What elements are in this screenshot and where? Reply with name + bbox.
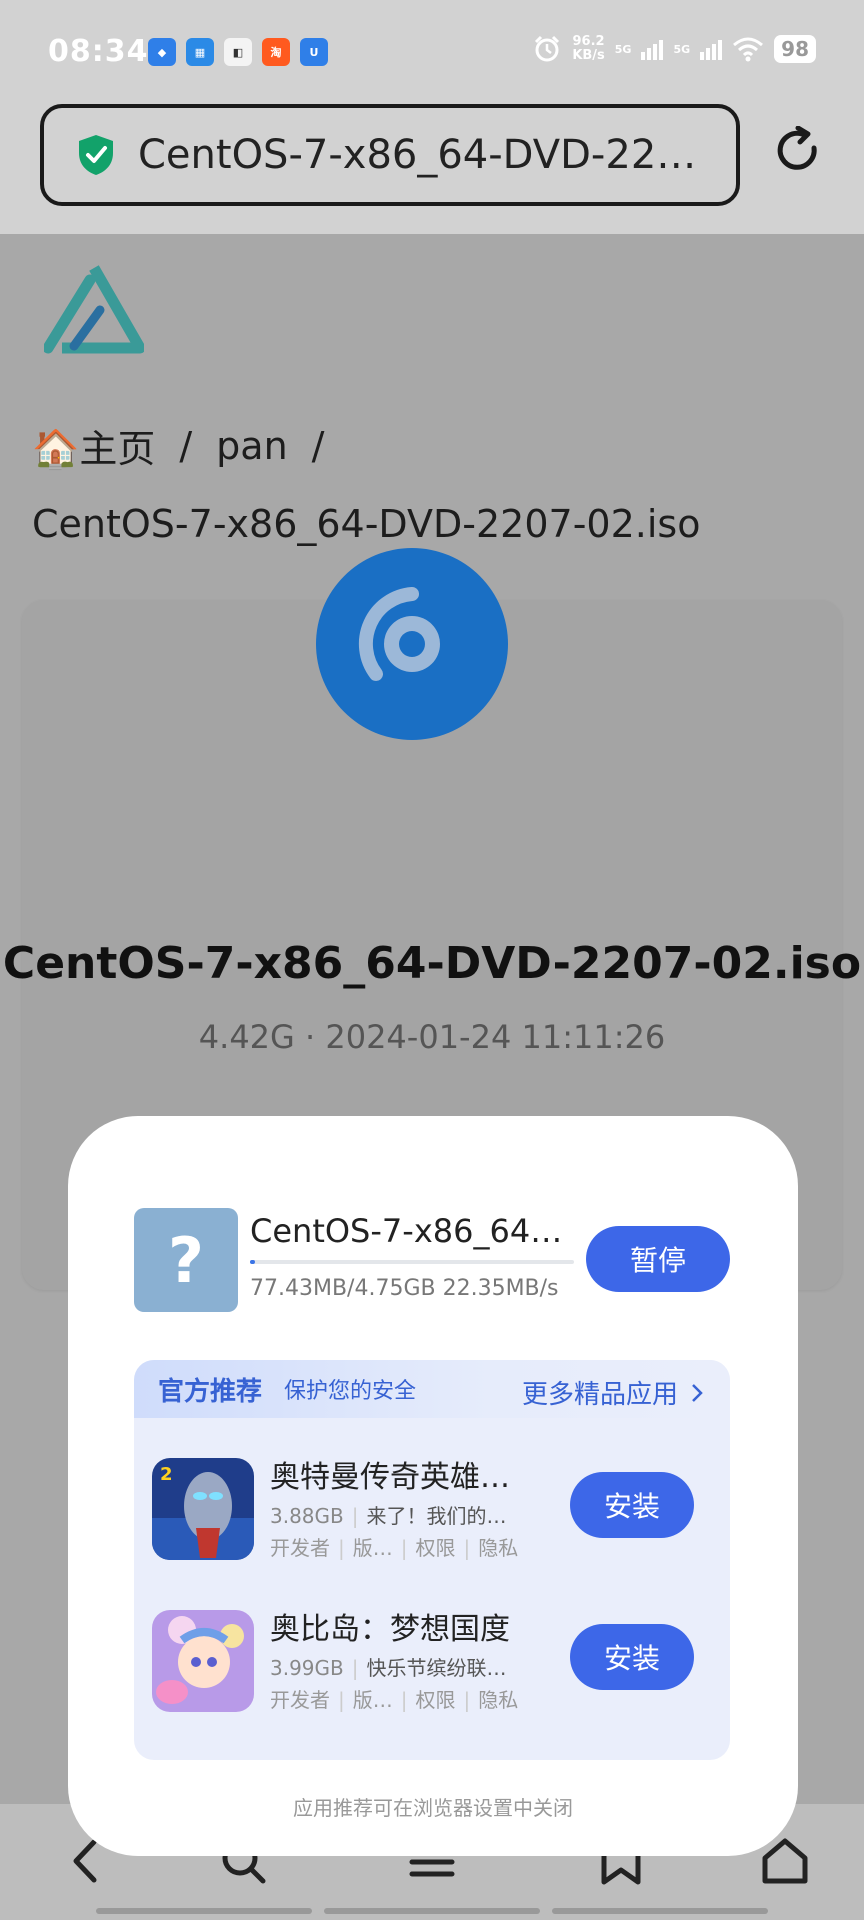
signal-icon [641, 38, 664, 60]
unknown-file-icon: ? [134, 1208, 238, 1312]
network-type-1: 5G [614, 42, 632, 56]
network-speed-value: 96.2 [572, 34, 605, 49]
recommendation-header: 官方推荐 保护您的安全 更多精品应用 [134, 1360, 730, 1418]
breadcrumb-separator: / [311, 423, 325, 468]
download-dialog: ? CentOS-7-x86_64… 77.43MB/4.75GB 22.35M… [68, 1116, 798, 1856]
gesture-bar [96, 1908, 768, 1914]
aobi-island-app-icon [152, 1610, 254, 1712]
app-links: 开发者 | 版… | 权限 | 隐私 [270, 1536, 519, 1560]
permissions-link[interactable]: 权限 [416, 1536, 456, 1560]
battery-indicator: 98 [774, 35, 816, 63]
download-progress-fill [250, 1260, 256, 1264]
privacy-link[interactable]: 隐私 [478, 1688, 518, 1712]
download-file-name: CentOS-7-x86_64… [250, 1212, 563, 1250]
install-button[interactable]: 安装 [570, 1472, 694, 1538]
developer-link[interactable]: 开发者 [270, 1688, 330, 1712]
svg-text:2: 2 [160, 1464, 173, 1485]
status-indicators: 96.2 KB/s 5G 5G 98 [532, 34, 816, 64]
pause-button[interactable]: 暂停 [586, 1226, 730, 1292]
version-link[interactable]: 版… [353, 1688, 393, 1712]
breadcrumb-current-file: CentOS-7-x86_64-DVD-2207-02.iso [32, 502, 701, 546]
file-meta: 4.42G · 2024-01-24 11:11:26 [198, 1018, 666, 1056]
signal-icon-2 [700, 38, 723, 60]
recommendation-subtitle: 保护您的安全 [284, 1379, 417, 1404]
privacy-link[interactable]: 隐私 [478, 1536, 518, 1560]
secure-shield-icon [79, 135, 113, 175]
version-link[interactable]: 版… [353, 1536, 393, 1560]
developer-link[interactable]: 开发者 [270, 1536, 330, 1560]
more-apps-label: 更多精品应用 [521, 1380, 678, 1410]
notification-icons: ◆ ▦ ◧ 淘 U [148, 38, 328, 66]
install-button[interactable]: 安装 [570, 1624, 694, 1690]
app-links: 开发者 | 版… | 权限 | 隐私 [270, 1688, 519, 1712]
browser-toolbar: CentOS-7-x86_64-DVD-22… [0, 104, 864, 234]
app-meta: 3.99GB | 快乐节缤纷联… [270, 1656, 507, 1680]
xiaohongshu-icon: ◆ [148, 38, 176, 66]
game-live-icon: ▦ [186, 38, 214, 66]
breadcrumb-separator: / [179, 423, 193, 468]
permissions-link[interactable]: 权限 [416, 1688, 456, 1712]
house-icon: 🏠 [32, 427, 80, 471]
wifi-icon [733, 37, 764, 62]
network-speed-unit: KB/s [572, 48, 605, 63]
breadcrumb-home-label: 主页 [79, 427, 156, 471]
address-bar[interactable]: CentOS-7-x86_64-DVD-22… [40, 104, 740, 206]
app-size: 3.99GB [270, 1656, 344, 1680]
breadcrumb-home[interactable]: 🏠主页 [32, 418, 155, 473]
download-progress-bar [250, 1260, 574, 1264]
app-size: 3.88GB [270, 1504, 344, 1528]
site-logo[interactable] [44, 264, 144, 356]
recommendation-settings-note: 应用推荐可在浏览器设置中关闭 [293, 1796, 573, 1820]
app-name: 奥特曼传奇英雄… [270, 1460, 510, 1495]
app-description: 快乐节缤纷联… [366, 1656, 507, 1680]
chevron-right-icon [692, 1383, 703, 1402]
address-title: CentOS-7-x86_64-DVD-22… [138, 132, 697, 178]
app-meta: 3.88GB | 来了！我们的… [270, 1504, 507, 1528]
app-item[interactable]: 2 奥特曼传奇英雄… 3.88GB | 来了！我们的… 开发者 | 版… | 权限 | 隐私 安… [152, 1452, 712, 1562]
status-bar: 08:34 ◆ ▦ ◧ 淘 U 96.2 KB/s 5G 5G 98 [0, 0, 864, 104]
download-item: ? CentOS-7-x86_64… 77.43MB/4.75GB 22.35M… [134, 1208, 734, 1312]
taobao-icon: 淘 [262, 38, 290, 66]
breadcrumb: 🏠主页 / pan / [32, 418, 324, 473]
shield-app-icon: U [300, 38, 328, 66]
more-apps-link[interactable]: 更多精品应用 [522, 1374, 704, 1411]
alarm-icon [535, 35, 560, 62]
app-description: 来了！我们的… [366, 1504, 507, 1528]
recommendation-title: 官方推荐 [158, 1376, 263, 1407]
reload-icon[interactable] [774, 126, 822, 176]
breadcrumb-folder[interactable]: pan [216, 424, 288, 468]
download-stats: 77.43MB/4.75GB 22.35MB/s [250, 1276, 559, 1301]
app-item[interactable]: 奥比岛：梦想国度 3.99GB | 快乐节缤纷联… 开发者 | 版… | 权限 | 隐私 安装 [152, 1604, 712, 1714]
ultraman-app-icon: 2 [152, 1458, 254, 1560]
network-speed: 96.2 KB/s [572, 35, 604, 63]
disc-icon [316, 548, 508, 740]
app-name: 奥比岛：梦想国度 [270, 1612, 510, 1647]
status-time: 08:34 [48, 34, 149, 69]
network-type-2: 5G [673, 42, 691, 56]
recommendation-panel: 官方推荐 保护您的安全 更多精品应用 2 奥特曼传奇英雄… 3.88GB | 来… [134, 1360, 730, 1760]
file-title: CentOS-7-x86_64-DVD-2207-02.iso [2, 938, 862, 989]
app-icon: ◧ [224, 38, 252, 66]
